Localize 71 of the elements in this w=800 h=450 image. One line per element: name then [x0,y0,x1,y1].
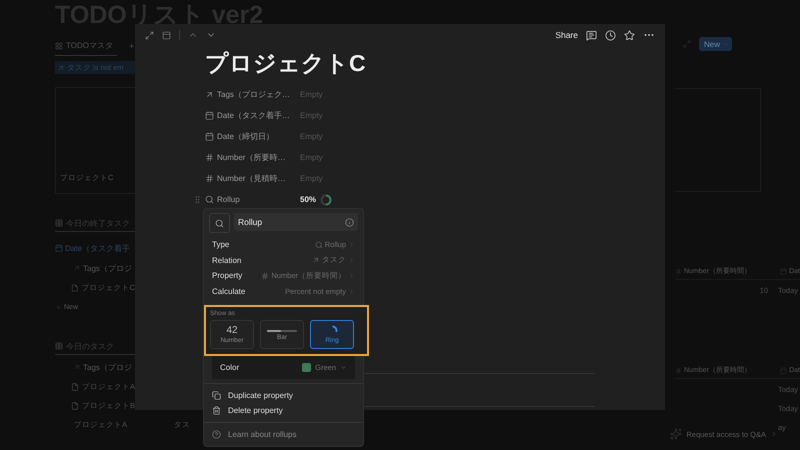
search-icon [205,195,214,204]
property-type-button[interactable] [209,213,230,233]
new-button[interactable]: New [699,37,732,51]
calendar-icon [780,268,788,274]
chevron-icon [770,430,778,438]
trash-icon [212,406,221,415]
help-icon [212,430,221,439]
table-icon [55,219,63,227]
calendar-icon [55,244,63,252]
property-name[interactable]: Rollup [205,195,300,204]
search-icon [215,218,224,228]
property-name-field[interactable]: Rollup [234,213,358,231]
page-heading: プロジェクトC [205,49,367,76]
chevron-icon [348,241,355,248]
copy-icon [212,391,221,400]
calendar-icon [780,366,788,374]
share-button[interactable]: Share [555,30,578,40]
hash-icon [261,272,270,280]
setting-label: Color [220,363,240,372]
menu-item[interactable]: Delete property [204,403,363,418]
progress-ring-icon [320,194,332,206]
number-sample: 42 [226,325,238,336]
property-name[interactable]: Number（所要時… [205,152,300,163]
chevron-icon [722,40,730,48]
calendar-icon [205,111,214,120]
calendar-icon [205,132,214,141]
hash-icon [205,153,214,162]
expand-icon [683,40,691,48]
property-name[interactable]: Number（見積時… [205,173,300,184]
table-icon [55,342,63,350]
chevron-icon [348,288,355,295]
field-value: Rollup [238,217,262,227]
panel-icon[interactable] [162,30,171,40]
arrow-icon [57,64,65,72]
chevron-icon [348,256,355,264]
property-value[interactable]: 50% [300,195,316,204]
hash-icon [675,268,682,274]
chevron-icon [340,364,347,371]
help-link[interactable]: Learn about rollups [204,427,363,442]
property-name[interactable]: Date（タスク着手… [205,110,300,121]
drag-handle-icon[interactable] [193,195,202,204]
sparkle-icon [670,428,682,440]
property-name[interactable]: Tags（プロジェク… [205,89,300,100]
comment-icon[interactable] [586,30,597,40]
page-icon [71,382,79,390]
column-header: Tags（プロジ [55,357,135,377]
info-icon [345,218,354,226]
view-tab[interactable]: TODOマスタ [55,36,117,56]
page-icon [71,402,79,410]
page-icon [71,284,79,292]
setting-label: Type [212,240,230,250]
clock-icon[interactable] [605,30,616,40]
arrow-icon [312,256,320,264]
menu-item[interactable]: Duplicate property [204,388,363,403]
grid-icon [55,42,63,50]
arrow-icon [205,90,214,99]
hash-icon [205,174,214,183]
search-icon [314,240,323,249]
star-icon[interactable] [624,30,635,40]
setting-label: Relation [212,256,242,265]
arrow-icon [73,264,81,272]
add-view-button[interactable]: + [128,41,134,51]
column-header: Tags（プロジ [55,258,135,278]
arrow-icon [73,363,81,371]
bar-sample-icon [267,328,297,332]
hash-icon [675,366,682,374]
setting-label: Property [212,271,242,280]
setting-label: Calculate [212,286,246,296]
expand-icon[interactable] [145,30,154,40]
property-name[interactable]: Date（締切日） [205,131,300,142]
chevron-icon [348,272,355,280]
